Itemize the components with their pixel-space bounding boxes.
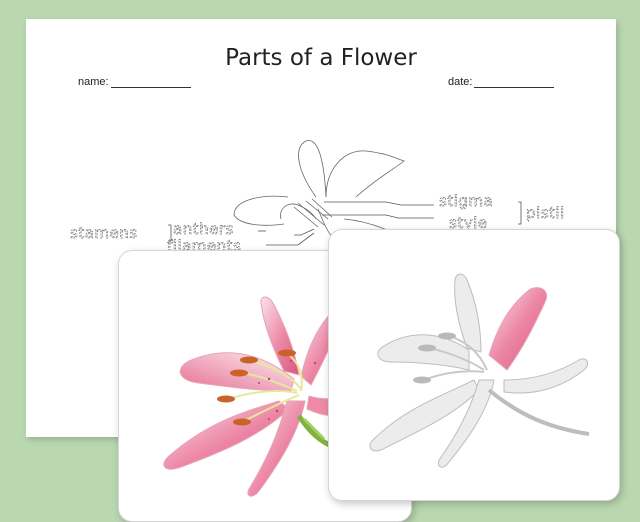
label-stigma: stigma — [439, 192, 493, 210]
gray-lily-card[interactable] — [328, 229, 620, 501]
label-stamens: stamens — [70, 224, 138, 242]
label-anthers: anthers — [173, 220, 234, 238]
gray-lily-image — [369, 273, 590, 468]
gray-lily-stem — [487, 388, 590, 436]
lily-outline — [233, 140, 405, 238]
pink-petal — [488, 287, 547, 371]
label-pistil: pistil — [526, 204, 565, 222]
